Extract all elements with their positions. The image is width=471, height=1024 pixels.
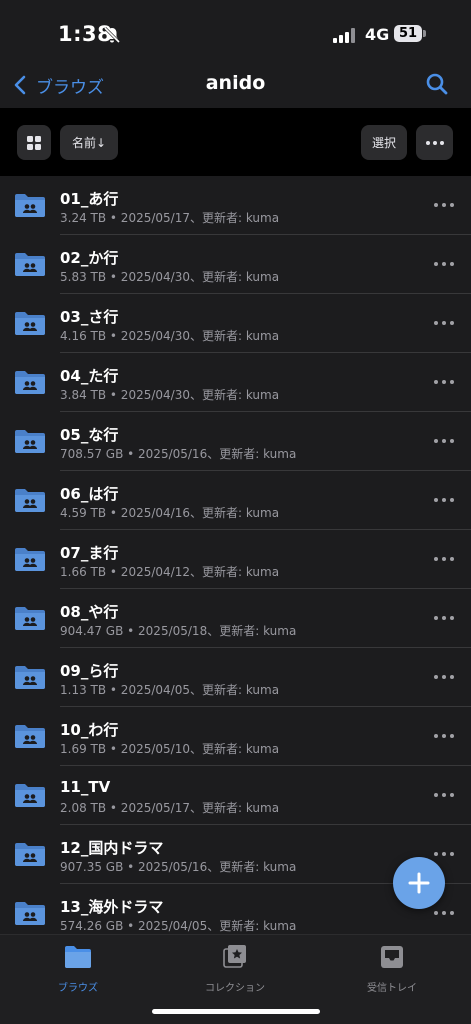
file-meta: 4.16 TB • 2025/04/30、更新者: kuma	[60, 329, 280, 343]
file-name: 07_ま行	[60, 544, 119, 562]
shared-folder-icon	[15, 666, 45, 689]
select-button[interactable]: 選択	[361, 125, 407, 160]
file-meta: 574.26 GB • 2025/04/05、更新者: kuma	[60, 919, 297, 933]
more-icon[interactable]	[432, 788, 456, 802]
toolbar: 名前↓ 選択	[0, 108, 471, 176]
file-meta: 3.24 TB • 2025/05/17、更新者: kuma	[60, 211, 280, 225]
file-meta: 1.69 TB • 2025/05/10、更新者: kuma	[60, 742, 280, 756]
signal-icon	[333, 28, 355, 43]
battery-icon: 51	[394, 25, 422, 42]
file-name: 02_か行	[60, 249, 119, 267]
shared-folder-icon	[15, 489, 45, 512]
list-item[interactable]: 05_な行 708.57 GB • 2025/05/16、更新者: kuma	[0, 412, 471, 471]
file-name: 10_わ行	[60, 721, 119, 739]
folder-icon	[65, 946, 91, 968]
file-name: 11_TV	[60, 778, 111, 796]
list-item[interactable]: 07_ま行 1.66 TB • 2025/04/12、更新者: kuma	[0, 530, 471, 589]
list-item[interactable]: 09_ら行 1.13 TB • 2025/04/05、更新者: kuma	[0, 648, 471, 707]
more-icon[interactable]	[432, 493, 456, 507]
page-title: anido	[205, 72, 266, 94]
file-name: 06_は行	[60, 485, 119, 503]
battery-level: 51	[398, 26, 418, 41]
add-button[interactable]	[393, 857, 445, 909]
shared-folder-icon	[15, 607, 45, 630]
file-name: 08_や行	[60, 603, 119, 621]
file-meta: 2.08 TB • 2025/05/17、更新者: kuma	[60, 801, 280, 815]
list-item[interactable]: 11_TV 2.08 TB • 2025/05/17、更新者: kuma	[0, 766, 471, 825]
shared-folder-icon	[15, 371, 45, 394]
file-name: 01_あ行	[60, 190, 119, 208]
file-name: 12_国内ドラマ	[60, 839, 164, 857]
file-meta: 1.66 TB • 2025/04/12、更新者: kuma	[60, 565, 280, 579]
file-name: 03_さ行	[60, 308, 119, 326]
grid-icon	[27, 135, 41, 150]
bell-muted-icon	[103, 26, 121, 44]
grid-view-button[interactable]	[17, 125, 51, 160]
more-icon[interactable]	[432, 611, 456, 625]
file-meta: 3.84 TB • 2025/04/30、更新者: kuma	[60, 388, 280, 402]
list-item[interactable]: 08_や行 904.47 GB • 2025/05/18、更新者: kuma	[0, 589, 471, 648]
shared-folder-icon	[15, 784, 45, 807]
list-item[interactable]: 01_あ行 3.24 TB • 2025/05/17、更新者: kuma	[0, 176, 471, 235]
battery-cap	[423, 30, 426, 37]
file-meta: 5.83 TB • 2025/04/30、更新者: kuma	[60, 270, 280, 284]
shared-folder-icon	[15, 843, 45, 866]
search-icon[interactable]	[424, 71, 450, 97]
home-indicator	[152, 1009, 320, 1014]
file-list: 01_あ行 3.24 TB • 2025/05/17、更新者: kuma 02_か行…	[0, 176, 471, 934]
shared-folder-icon	[15, 548, 45, 571]
more-icon[interactable]	[432, 257, 456, 271]
tab-browse-label: ブラウズ	[58, 983, 98, 994]
file-name: 09_ら行	[60, 662, 119, 680]
file-meta: 708.57 GB • 2025/05/16、更新者: kuma	[60, 447, 297, 461]
list-item[interactable]: 10_わ行 1.69 TB • 2025/05/10、更新者: kuma	[0, 707, 471, 766]
more-icon[interactable]	[432, 198, 456, 212]
network-type: 4G	[365, 25, 390, 44]
list-item[interactable]: 06_は行 4.59 TB • 2025/04/16、更新者: kuma	[0, 471, 471, 530]
list-item[interactable]: 03_さ行 4.16 TB • 2025/04/30、更新者: kuma	[0, 294, 471, 353]
sort-button[interactable]: 名前↓	[60, 125, 118, 160]
more-icon[interactable]	[432, 316, 456, 330]
more-icon[interactable]	[432, 670, 456, 684]
more-icon[interactable]	[432, 375, 456, 389]
tab-collections[interactable]: コレクション	[175, 944, 295, 995]
shared-folder-icon	[15, 902, 45, 925]
collection-icon	[223, 945, 246, 968]
file-name: 13_海外ドラマ	[60, 898, 164, 916]
status-bar: 1:38 4G 51	[0, 0, 471, 62]
more-icon[interactable]	[432, 906, 456, 920]
more-icon[interactable]	[432, 434, 456, 448]
file-meta: 1.13 TB • 2025/04/05、更新者: kuma	[60, 683, 280, 697]
shared-folder-icon	[15, 725, 45, 748]
tab-inbox-label: 受信トレイ	[367, 983, 417, 994]
list-item[interactable]: 04_た行 3.84 TB • 2025/04/30、更新者: kuma	[0, 353, 471, 412]
more-options-button[interactable]	[416, 125, 453, 160]
tab-collections-label: コレクション	[205, 983, 265, 994]
file-name: 04_た行	[60, 367, 119, 385]
file-meta: 907.35 GB • 2025/05/16、更新者: kuma	[60, 860, 297, 874]
shared-folder-icon	[15, 253, 45, 276]
file-meta: 904.47 GB • 2025/05/18、更新者: kuma	[60, 624, 297, 638]
tab-inbox[interactable]: 受信トレイ	[332, 944, 452, 995]
more-icon[interactable]	[432, 552, 456, 566]
navigation-bar: ブラウズ anido	[0, 62, 471, 108]
more-icon[interactable]	[432, 847, 456, 861]
more-icon[interactable]	[432, 729, 456, 743]
inbox-icon	[381, 946, 403, 968]
ellipsis-icon	[425, 140, 444, 145]
tab-browse[interactable]: ブラウズ	[18, 944, 138, 995]
shared-folder-icon	[15, 312, 45, 335]
shared-folder-icon	[15, 194, 45, 217]
plus-icon	[408, 872, 430, 894]
list-item[interactable]: 02_か行 5.83 TB • 2025/04/30、更新者: kuma	[0, 235, 471, 294]
file-meta: 4.59 TB • 2025/04/16、更新者: kuma	[60, 506, 280, 520]
shared-folder-icon	[15, 430, 45, 453]
file-name: 05_な行	[60, 426, 119, 444]
